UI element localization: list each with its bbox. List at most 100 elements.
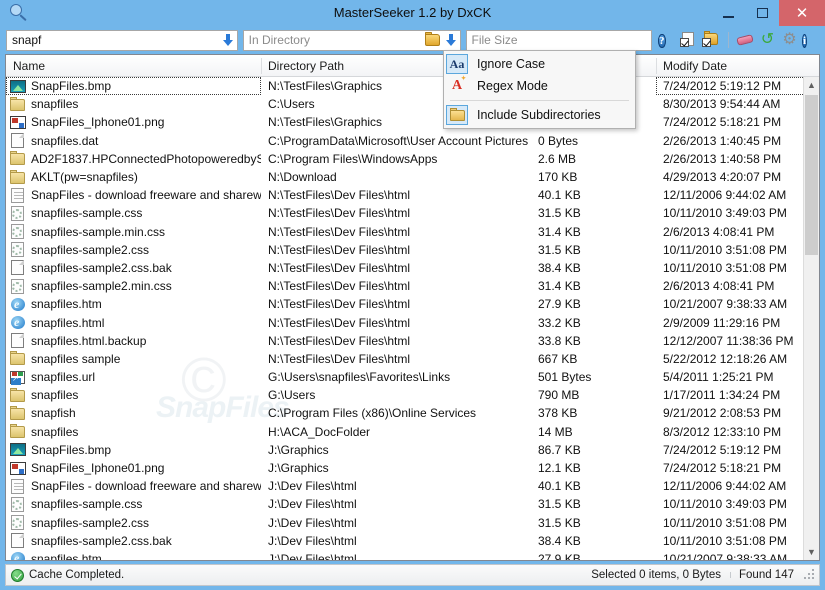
row-file-name: snapfiles.html <box>31 316 104 330</box>
row-modify-date: 2/26/2013 1:40:45 PM <box>656 132 819 150</box>
table-row[interactable]: SnapFiles_Iphone01.pngN:\TestFiles\Graph… <box>6 113 819 131</box>
column-header-modify-date[interactable]: Modify Date <box>656 55 819 77</box>
settings-gear-icon[interactable]: ⚙ <box>780 31 799 50</box>
row-file-name: AD2F1837.HPConnectedPhotopoweredbySn... <box>31 152 261 166</box>
table-row[interactable]: SnapFiles_Iphone01.pngJ:\Graphics12.1 KB… <box>6 459 819 477</box>
row-modify-date: 10/21/2007 9:38:33 AM <box>656 295 819 313</box>
table-row[interactable]: snapfilesH:\ACA_DocFolder14 MB8/3/2012 1… <box>6 423 819 441</box>
directory-dropdown-arrow-icon[interactable] <box>446 34 456 46</box>
row-modify-date: 4/29/2013 4:20:07 PM <box>656 168 819 186</box>
row-modify-date: 2/26/2013 1:40:58 PM <box>656 150 819 168</box>
filesize-input[interactable]: File Size <box>466 30 652 51</box>
table-row[interactable]: snapfiles-sample2.cssJ:\Dev Files\html31… <box>6 514 819 532</box>
table-row[interactable]: AKLT(pw=snapfiles)N:\Download170 KB4/29/… <box>6 168 819 186</box>
vertical-scrollbar[interactable]: ▲ ▼ <box>803 77 819 560</box>
table-row[interactable]: esnapfiles.htmN:\TestFiles\Dev Files\htm… <box>6 295 819 313</box>
table-row[interactable]: SnapFiles - download freeware and sharew… <box>6 477 819 495</box>
query-dropdown-arrow-icon[interactable] <box>223 34 233 46</box>
row-file-name: snapfiles-sample2.css <box>31 516 149 530</box>
row-modify-date: 10/11/2010 3:51:08 PM <box>656 259 819 277</box>
table-row[interactable]: snapfiles-sample.cssJ:\Dev Files\html31.… <box>6 495 819 513</box>
row-directory-path: J:\Dev Files\html <box>261 534 531 548</box>
row-size: 38.4 KB <box>531 534 656 548</box>
row-size: 27.9 KB <box>531 552 656 560</box>
table-row[interactable]: SnapFiles.bmpJ:\Graphics86.7 KB7/24/2012… <box>6 441 819 459</box>
table-row[interactable]: snapfiles-sample2.css.bakN:\TestFiles\De… <box>6 259 819 277</box>
table-row[interactable]: snapfiles-sample2.css.bak J:\Dev Files\ht… <box>6 532 819 550</box>
table-row[interactable]: snapfishC:\Program Files (x86)\Online Se… <box>6 404 819 422</box>
refresh-icon[interactable]: ↺ <box>758 31 777 50</box>
file-type-css-icon <box>10 497 26 512</box>
scroll-up-arrow-icon[interactable]: ▲ <box>804 77 819 93</box>
table-row[interactable]: snapfilesC:\Users0 Bytes8/30/2013 9:54:4… <box>6 95 819 113</box>
file-type-doc-icon <box>10 133 26 148</box>
menu-item-include-subdirectories[interactable]: Include Subdirectories <box>444 104 635 126</box>
search-query-input[interactable]: snapf <box>6 30 238 51</box>
row-directory-path: N:\TestFiles\Dev Files\html <box>261 316 531 330</box>
table-row[interactable]: snapfiles-sample.min.cssN:\TestFiles\Dev… <box>6 223 819 241</box>
menu-item-label: Regex Mode <box>477 79 548 93</box>
table-row[interactable]: SnapFiles.bmpN:\TestFiles\Graphics86.7 K… <box>6 77 819 95</box>
row-size: 667 KB <box>531 352 656 366</box>
table-row[interactable]: snapfiles-sample2.cssN:\TestFiles\Dev Fi… <box>6 241 819 259</box>
row-modify-date: 7/24/2012 5:19:12 PM <box>656 441 819 459</box>
row-modify-date: 5/4/2011 1:25:21 PM <box>656 368 819 386</box>
table-row[interactable]: esnapfiles.htmlN:\TestFiles\Dev Files\ht… <box>6 313 819 331</box>
directory-input[interactable]: In Directory <box>243 30 461 51</box>
menu-item-ignore-case[interactable]: AaIgnore Case <box>444 53 635 75</box>
row-file-name: snapfiles-sample.css <box>31 497 142 511</box>
table-row[interactable]: snapfiles.html.backupN:\TestFiles\Dev Fi… <box>6 332 819 350</box>
file-type-folder-icon <box>10 97 26 112</box>
row-modify-date: 2/6/2013 4:08:41 PM <box>656 223 819 241</box>
row-file-name: snapfiles-sample2.min.css <box>31 279 172 293</box>
column-header-name[interactable]: Name <box>6 55 261 77</box>
row-modify-date: 7/24/2012 5:18:21 PM <box>656 459 819 477</box>
row-modify-date: 10/11/2010 3:49:03 PM <box>656 204 819 222</box>
menu-item-label: Include Subdirectories <box>477 108 601 122</box>
row-file-name: SnapFiles.bmp <box>31 443 111 457</box>
browse-folder-icon[interactable] <box>425 34 440 46</box>
table-row[interactable]: snapfiles.datC:\ProgramData\Microsoft\Us… <box>6 132 819 150</box>
table-row[interactable]: snapfiles sampleN:\TestFiles\Dev Files\h… <box>6 350 819 368</box>
row-name-cell: SnapFiles - download freeware and sharew… <box>6 477 261 495</box>
select-files-icon[interactable] <box>680 31 699 50</box>
row-name-cell: snapfiles <box>6 95 261 113</box>
table-row[interactable]: SnapFiles - download freeware and sharew… <box>6 186 819 204</box>
row-size: 31.4 KB <box>531 225 656 239</box>
select-folders-icon[interactable] <box>702 31 721 50</box>
file-type-bmp-icon <box>10 79 26 94</box>
row-file-name: snapfiles-sample2.css.bak <box>31 534 172 548</box>
status-found-count: Found 147 <box>730 569 803 581</box>
search-toolbar: snapf In Directory File Size ? <box>0 26 825 54</box>
row-file-name: SnapFiles.bmp <box>31 79 111 93</box>
table-row[interactable]: AD2F1837.HPConnectedPhotopoweredbySn...C… <box>6 150 819 168</box>
row-directory-path: C:\Program Files\WindowsApps <box>261 152 531 166</box>
scrollbar-thumb[interactable] <box>805 95 818 255</box>
search-options-menu[interactable]: AaIgnore CaseARegex Mode Include Subdirec… <box>443 50 636 129</box>
clear-icon[interactable] <box>736 31 755 50</box>
row-file-name: snapfiles.dat <box>31 134 98 148</box>
table-row[interactable]: snapfilesG:\Users790 MB1/17/2011 1:34:24… <box>6 386 819 404</box>
table-row[interactable]: esnapfiles.htmJ:\Dev Files\html27.9 KB10… <box>6 550 819 560</box>
file-type-folder-icon <box>10 351 26 366</box>
row-modify-date: 12/12/2007 11:38:36 PM <box>656 332 819 350</box>
row-size: 170 KB <box>531 170 656 184</box>
row-directory-path: J:\Graphics <box>261 461 531 475</box>
results-rows[interactable]: © SnapFiles SnapFiles.bmpN:\TestFiles\Gr… <box>6 77 819 560</box>
row-name-cell: snapfiles-sample2.css.bak <box>6 532 261 550</box>
file-type-ie-icon: e <box>10 551 26 560</box>
scroll-down-arrow-icon[interactable]: ▼ <box>804 544 819 560</box>
table-row[interactable]: snapfiles.urlG:\Users\snapfiles\Favorite… <box>6 368 819 386</box>
row-modify-date: 12/11/2006 9:44:02 AM <box>656 477 819 495</box>
about-info-icon[interactable]: i <box>802 31 821 50</box>
table-row[interactable]: snapfiles-sample.cssN:\TestFiles\Dev Fil… <box>6 204 819 222</box>
row-modify-date: 10/11/2010 3:51:08 PM <box>656 241 819 259</box>
row-directory-path: J:\Dev Files\html <box>261 516 531 530</box>
resize-grip-icon[interactable] <box>803 568 817 582</box>
file-type-css-icon <box>10 242 26 257</box>
row-name-cell: AKLT(pw=snapfiles) <box>6 168 261 186</box>
table-row[interactable]: snapfiles-sample2.min.cssN:\TestFiles\De… <box>6 277 819 295</box>
row-modify-date: 12/11/2006 9:44:02 AM <box>656 186 819 204</box>
help-icon[interactable]: ? <box>658 31 677 50</box>
menu-item-regex-mode[interactable]: ARegex Mode <box>444 75 635 97</box>
